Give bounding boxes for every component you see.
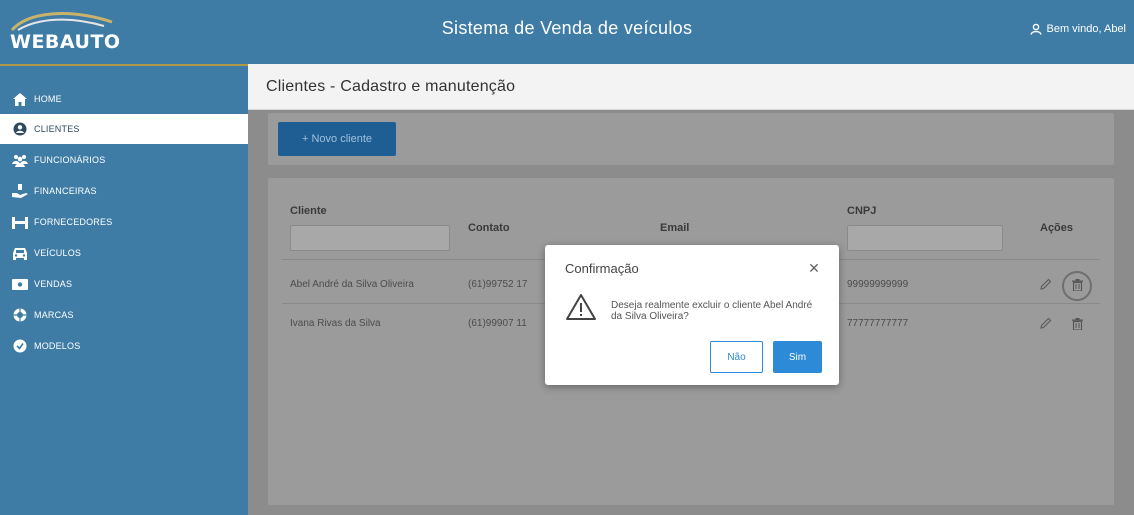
car-icon xyxy=(12,246,28,260)
users-icon xyxy=(12,153,28,167)
sidebar-item-label: VENDAS xyxy=(34,279,73,289)
car-swoosh-icon xyxy=(10,12,113,32)
sidebar-item-clientes[interactable]: CLIENTES xyxy=(0,114,248,144)
trash-icon[interactable] xyxy=(1072,318,1083,330)
dialog-title: Confirmação xyxy=(565,261,639,276)
warning-icon xyxy=(565,293,597,326)
column-header-cnpj: CNPJ xyxy=(847,205,877,217)
user-menu[interactable]: Bem vindo, Abel xyxy=(1029,23,1127,35)
dolly-icon xyxy=(12,215,28,229)
sidebar-item-label: MARCAS xyxy=(34,310,74,320)
money-bill-icon xyxy=(12,277,28,291)
sidebar-item-veiculos[interactable]: VEÍCULOS xyxy=(0,238,248,268)
user-greeting: Bem vindo, Abel xyxy=(1046,23,1127,35)
logo-text: WEBAUTO xyxy=(10,31,121,53)
sidebar-item-label: FORNECEDORES xyxy=(34,217,113,227)
sidebar-item-vendas[interactable]: VENDAS xyxy=(0,269,248,299)
circle-icon xyxy=(12,339,28,353)
sidebar-item-label: CLIENTES xyxy=(34,124,80,134)
dialog-message: Deseja realmente excluir o cliente Abel … xyxy=(611,300,813,322)
sidebar-item-modelos[interactable]: MODELOS xyxy=(0,331,248,361)
home-icon xyxy=(12,92,28,106)
column-header-acoes: Ações xyxy=(1040,222,1074,234)
cell-cliente: Abel André da Silva Oliveira xyxy=(290,279,414,290)
page-header: Clientes - Cadastro e manutenção xyxy=(248,64,1134,110)
hand-coins-icon xyxy=(12,184,28,198)
sidebar-item-label: HOME xyxy=(34,94,62,104)
sidebar-item-fornecedores[interactable]: FORNECEDORES xyxy=(0,207,248,237)
trash-icon[interactable] xyxy=(1072,279,1083,291)
badge-icon xyxy=(12,308,28,322)
user-icon xyxy=(1029,23,1042,35)
sidebar-item-marcas[interactable]: MARCAS xyxy=(0,300,248,330)
filter-cliente-input[interactable] xyxy=(290,225,450,251)
sidebar: HOME CLIENTES FUNCIONÁRIOS FINANCEIRAS F… xyxy=(0,64,248,515)
cell-cliente: Ivana Rivas da Silva xyxy=(290,318,381,329)
sidebar-item-funcionarios[interactable]: FUNCIONÁRIOS xyxy=(0,145,248,175)
confirm-dialog: Confirmação ✕ Deseja realmente excluir o… xyxy=(545,245,839,385)
logo[interactable]: WEBAUTO xyxy=(0,0,248,64)
edit-icon[interactable] xyxy=(1040,317,1052,329)
top-header: WEBAUTO Sistema de Venda de veículos Bem… xyxy=(0,0,1134,64)
user-circle-icon xyxy=(12,122,28,136)
confirm-button[interactable]: Sim xyxy=(773,341,822,373)
column-header-contato: Contato xyxy=(468,222,510,234)
filter-cnpj-input[interactable] xyxy=(847,225,1003,251)
cancel-button[interactable]: Não xyxy=(710,341,763,373)
edit-icon[interactable] xyxy=(1040,278,1052,290)
sidebar-item-label: FINANCEIRAS xyxy=(34,186,97,196)
sidebar-item-home[interactable]: HOME xyxy=(0,84,248,114)
sidebar-item-label: VEÍCULOS xyxy=(34,248,82,258)
sidebar-item-label: MODELOS xyxy=(34,341,81,351)
cell-contato: (61)99907 11 xyxy=(468,318,527,329)
new-client-button[interactable]: + Novo cliente xyxy=(278,122,396,156)
cell-cnpj: 77777777777 xyxy=(847,318,909,329)
sidebar-item-label: FUNCIONÁRIOS xyxy=(34,155,106,165)
cell-contato: (61)99752 17 xyxy=(468,279,528,290)
close-icon[interactable]: ✕ xyxy=(807,261,821,275)
column-header-email: Email xyxy=(660,222,690,234)
column-header-cliente: Cliente xyxy=(290,205,327,217)
page-title: Clientes - Cadastro e manutenção xyxy=(266,78,516,95)
cell-cnpj: 99999999999 xyxy=(847,279,909,290)
sidebar-item-financeiras[interactable]: FINANCEIRAS xyxy=(0,176,248,206)
